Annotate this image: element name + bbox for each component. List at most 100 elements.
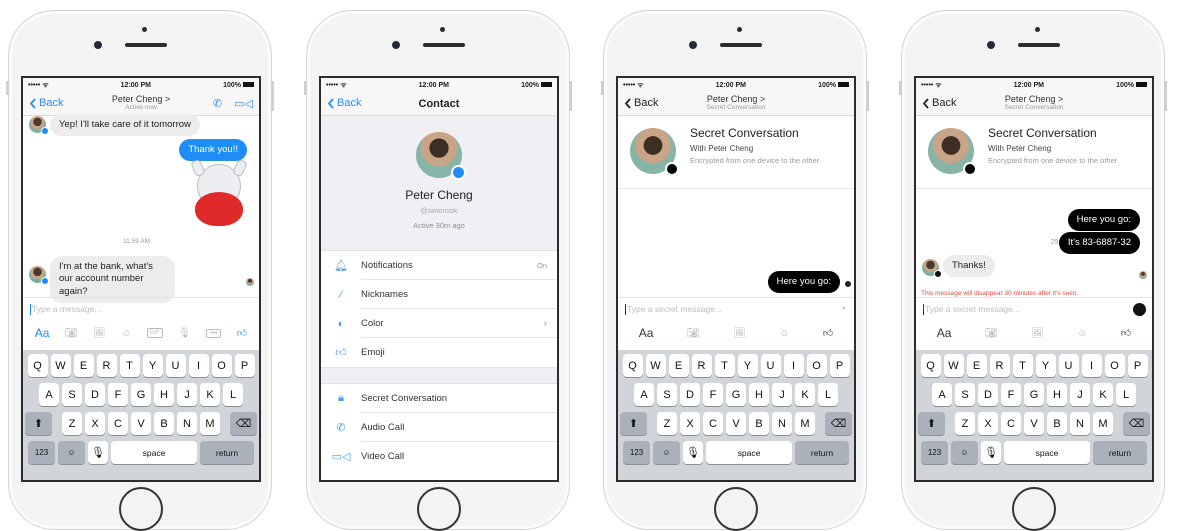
key[interactable]: A — [39, 383, 59, 406]
key[interactable]: W — [943, 354, 964, 377]
numbers-key[interactable]: 123 — [921, 441, 948, 464]
key[interactable]: H — [1047, 383, 1067, 406]
key[interactable]: W — [645, 354, 666, 377]
delete-key[interactable]: ⌫ — [230, 412, 257, 435]
key[interactable]: A — [634, 383, 654, 406]
key[interactable]: G — [131, 383, 151, 406]
like-icon[interactable]: 👍︎ — [823, 327, 833, 339]
key[interactable]: I — [188, 354, 209, 377]
emoji-icon[interactable]: ☺ — [1077, 328, 1087, 339]
video-call-icon[interactable]: ▭◁ — [234, 97, 253, 110]
key[interactable]: L — [818, 383, 838, 406]
key[interactable]: V — [1024, 412, 1044, 435]
emoji-key[interactable]: ☺ — [951, 441, 978, 464]
return-key[interactable]: return — [795, 441, 849, 464]
key[interactable]: Q — [27, 354, 48, 377]
key[interactable]: D — [85, 383, 105, 406]
key[interactable]: Q — [920, 354, 941, 377]
key[interactable]: D — [978, 383, 998, 406]
key[interactable]: W — [50, 354, 71, 377]
key[interactable]: S — [657, 383, 677, 406]
key[interactable]: P — [234, 354, 255, 377]
delete-key[interactable]: ⌫ — [1123, 412, 1150, 435]
gallery-icon[interactable]: 🖼︎ — [733, 328, 746, 339]
shift-key[interactable]: ⬆ — [620, 412, 647, 435]
key[interactable]: M — [1093, 412, 1113, 435]
home-button[interactable] — [119, 487, 163, 531]
key[interactable]: P — [829, 354, 850, 377]
key[interactable]: F — [703, 383, 723, 406]
key[interactable]: J — [1070, 383, 1090, 406]
timer-active-icon[interactable] — [1133, 302, 1146, 316]
key[interactable]: J — [772, 383, 792, 406]
space-key[interactable]: space — [111, 441, 197, 464]
home-button[interactable] — [1012, 487, 1056, 531]
phone-call-icon[interactable]: ✆ — [213, 97, 222, 110]
space-key[interactable]: space — [1004, 441, 1090, 464]
emoji-icon[interactable]: ☺ — [121, 328, 131, 339]
gallery-icon[interactable]: 🖼︎ — [1031, 328, 1044, 339]
settings-row-audio-call[interactable]: ✆ Audio Call — [321, 413, 557, 442]
key[interactable]: U — [760, 354, 781, 377]
key[interactable]: R — [691, 354, 712, 377]
more-icon[interactable]: ••• — [206, 328, 222, 338]
settings-row-emoji[interactable]: 👍︎ Emoji — [321, 338, 557, 367]
gif-button[interactable]: GIF — [146, 328, 163, 338]
key[interactable]: T — [1012, 354, 1033, 377]
camera-icon[interactable]: 📷︎ — [687, 328, 700, 339]
emoji-key[interactable]: ☺ — [653, 441, 680, 464]
home-button[interactable] — [714, 487, 758, 531]
key[interactable]: L — [1116, 383, 1136, 406]
settings-row-color[interactable]: ◐ Color › — [321, 309, 557, 338]
key[interactable]: G — [726, 383, 746, 406]
like-icon[interactable]: 👍︎ — [237, 327, 247, 339]
key[interactable]: F — [108, 383, 128, 406]
key[interactable]: O — [806, 354, 827, 377]
key[interactable]: B — [154, 412, 174, 435]
key[interactable]: V — [726, 412, 746, 435]
key[interactable]: S — [62, 383, 82, 406]
return-key[interactable]: return — [200, 441, 254, 464]
key[interactable]: Z — [955, 412, 975, 435]
key[interactable]: I — [783, 354, 804, 377]
emoji-key[interactable]: ☺ — [58, 441, 85, 464]
key[interactable]: R — [96, 354, 117, 377]
key[interactable]: C — [1001, 412, 1021, 435]
key[interactable]: C — [703, 412, 723, 435]
key[interactable]: Y — [142, 354, 163, 377]
settings-row-secret-conversation[interactable]: 🔒︎ Secret Conversation — [321, 384, 557, 413]
key[interactable]: R — [989, 354, 1010, 377]
numbers-key[interactable]: 123 — [623, 441, 650, 464]
text-format-button[interactable]: Aa — [35, 326, 50, 340]
key[interactable]: K — [1093, 383, 1113, 406]
key[interactable]: E — [73, 354, 94, 377]
settings-row-nicknames[interactable]: ∕ Nicknames — [321, 280, 557, 309]
key[interactable]: D — [680, 383, 700, 406]
key[interactable]: B — [1047, 412, 1067, 435]
timer-icon[interactable]: ◔ — [839, 303, 846, 315]
shift-key[interactable]: ⬆ — [25, 412, 52, 435]
key[interactable]: N — [177, 412, 197, 435]
key[interactable]: C — [108, 412, 128, 435]
text-format-button[interactable]: Aa — [639, 326, 654, 340]
key[interactable]: E — [966, 354, 987, 377]
key[interactable]: Y — [737, 354, 758, 377]
key[interactable]: S — [955, 383, 975, 406]
key[interactable]: Z — [62, 412, 82, 435]
key[interactable]: O — [1104, 354, 1125, 377]
camera-icon[interactable]: 📷︎ — [985, 328, 998, 339]
mic-key[interactable]: 🎙 — [88, 441, 108, 464]
key[interactable]: N — [772, 412, 792, 435]
mic-key[interactable]: 🎙 — [981, 441, 1001, 464]
return-key[interactable]: return — [1093, 441, 1147, 464]
key[interactable]: M — [200, 412, 220, 435]
message-input[interactable]: Type a secret message... ◔ — [618, 297, 854, 320]
space-key[interactable]: space — [706, 441, 792, 464]
delete-key[interactable]: ⌫ — [825, 412, 852, 435]
key[interactable]: X — [85, 412, 105, 435]
mic-key[interactable]: 🎙 — [683, 441, 703, 464]
key[interactable]: N — [1070, 412, 1090, 435]
gallery-icon[interactable]: 🖼︎ — [93, 328, 106, 339]
key[interactable]: F — [1001, 383, 1021, 406]
key[interactable]: X — [978, 412, 998, 435]
